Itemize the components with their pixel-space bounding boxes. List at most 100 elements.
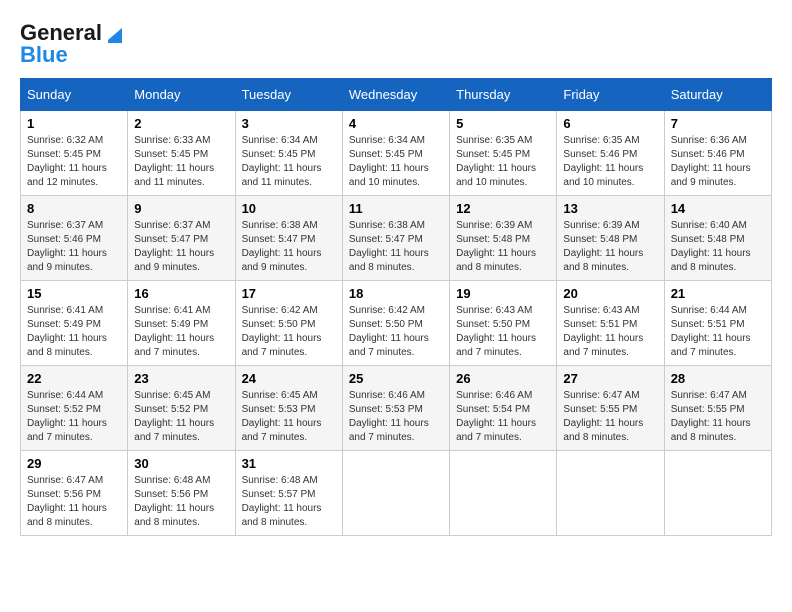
day-info: Sunrise: 6:44 AM Sunset: 5:51 PM Dayligh… bbox=[671, 304, 765, 360]
day-cell bbox=[450, 451, 557, 536]
day-number: 24 bbox=[242, 371, 336, 386]
day-cell: 10 Sunrise: 6:38 AM Sunset: 5:47 PM Dayl… bbox=[235, 196, 342, 281]
day-cell: 24 Sunrise: 6:45 AM Sunset: 5:53 PM Dayl… bbox=[235, 366, 342, 451]
day-number: 31 bbox=[242, 456, 336, 471]
day-cell bbox=[342, 451, 449, 536]
day-info: Sunrise: 6:44 AM Sunset: 5:52 PM Dayligh… bbox=[27, 389, 121, 445]
day-number: 14 bbox=[671, 201, 765, 216]
day-number: 25 bbox=[349, 371, 443, 386]
day-cell: 28 Sunrise: 6:47 AM Sunset: 5:55 PM Dayl… bbox=[664, 366, 771, 451]
day-info: Sunrise: 6:38 AM Sunset: 5:47 PM Dayligh… bbox=[242, 219, 336, 275]
day-info: Sunrise: 6:45 AM Sunset: 5:52 PM Dayligh… bbox=[134, 389, 228, 445]
day-number: 2 bbox=[134, 116, 228, 131]
day-cell: 1 Sunrise: 6:32 AM Sunset: 5:45 PM Dayli… bbox=[21, 111, 128, 196]
day-cell: 23 Sunrise: 6:45 AM Sunset: 5:52 PM Dayl… bbox=[128, 366, 235, 451]
day-number: 22 bbox=[27, 371, 121, 386]
day-cell: 3 Sunrise: 6:34 AM Sunset: 5:45 PM Dayli… bbox=[235, 111, 342, 196]
day-info: Sunrise: 6:45 AM Sunset: 5:53 PM Dayligh… bbox=[242, 389, 336, 445]
day-cell: 16 Sunrise: 6:41 AM Sunset: 5:49 PM Dayl… bbox=[128, 281, 235, 366]
day-info: Sunrise: 6:39 AM Sunset: 5:48 PM Dayligh… bbox=[456, 219, 550, 275]
day-info: Sunrise: 6:35 AM Sunset: 5:45 PM Dayligh… bbox=[456, 134, 550, 190]
day-info: Sunrise: 6:40 AM Sunset: 5:48 PM Dayligh… bbox=[671, 219, 765, 275]
day-cell: 21 Sunrise: 6:44 AM Sunset: 5:51 PM Dayl… bbox=[664, 281, 771, 366]
day-number: 7 bbox=[671, 116, 765, 131]
day-number: 23 bbox=[134, 371, 228, 386]
day-header-friday: Friday bbox=[557, 79, 664, 111]
day-cell: 30 Sunrise: 6:48 AM Sunset: 5:56 PM Dayl… bbox=[128, 451, 235, 536]
header-row: SundayMondayTuesdayWednesdayThursdayFrid… bbox=[21, 79, 772, 111]
day-cell: 17 Sunrise: 6:42 AM Sunset: 5:50 PM Dayl… bbox=[235, 281, 342, 366]
week-row-4: 22 Sunrise: 6:44 AM Sunset: 5:52 PM Dayl… bbox=[21, 366, 772, 451]
day-cell bbox=[664, 451, 771, 536]
day-number: 19 bbox=[456, 286, 550, 301]
day-header-wednesday: Wednesday bbox=[342, 79, 449, 111]
day-number: 13 bbox=[563, 201, 657, 216]
day-info: Sunrise: 6:34 AM Sunset: 5:45 PM Dayligh… bbox=[349, 134, 443, 190]
day-number: 20 bbox=[563, 286, 657, 301]
header: General Blue bbox=[20, 20, 772, 68]
day-info: Sunrise: 6:41 AM Sunset: 5:49 PM Dayligh… bbox=[134, 304, 228, 360]
day-info: Sunrise: 6:46 AM Sunset: 5:53 PM Dayligh… bbox=[349, 389, 443, 445]
day-cell: 5 Sunrise: 6:35 AM Sunset: 5:45 PM Dayli… bbox=[450, 111, 557, 196]
day-info: Sunrise: 6:38 AM Sunset: 5:47 PM Dayligh… bbox=[349, 219, 443, 275]
day-info: Sunrise: 6:35 AM Sunset: 5:46 PM Dayligh… bbox=[563, 134, 657, 190]
day-info: Sunrise: 6:42 AM Sunset: 5:50 PM Dayligh… bbox=[349, 304, 443, 360]
day-number: 1 bbox=[27, 116, 121, 131]
day-cell: 13 Sunrise: 6:39 AM Sunset: 5:48 PM Dayl… bbox=[557, 196, 664, 281]
day-number: 28 bbox=[671, 371, 765, 386]
day-cell: 8 Sunrise: 6:37 AM Sunset: 5:46 PM Dayli… bbox=[21, 196, 128, 281]
day-number: 18 bbox=[349, 286, 443, 301]
day-cell: 7 Sunrise: 6:36 AM Sunset: 5:46 PM Dayli… bbox=[664, 111, 771, 196]
day-cell: 14 Sunrise: 6:40 AM Sunset: 5:48 PM Dayl… bbox=[664, 196, 771, 281]
day-header-monday: Monday bbox=[128, 79, 235, 111]
day-number: 11 bbox=[349, 201, 443, 216]
day-info: Sunrise: 6:43 AM Sunset: 5:50 PM Dayligh… bbox=[456, 304, 550, 360]
day-number: 17 bbox=[242, 286, 336, 301]
day-cell: 11 Sunrise: 6:38 AM Sunset: 5:47 PM Dayl… bbox=[342, 196, 449, 281]
day-number: 8 bbox=[27, 201, 121, 216]
day-number: 15 bbox=[27, 286, 121, 301]
day-info: Sunrise: 6:37 AM Sunset: 5:47 PM Dayligh… bbox=[134, 219, 228, 275]
day-number: 3 bbox=[242, 116, 336, 131]
day-cell: 20 Sunrise: 6:43 AM Sunset: 5:51 PM Dayl… bbox=[557, 281, 664, 366]
week-row-3: 15 Sunrise: 6:41 AM Sunset: 5:49 PM Dayl… bbox=[21, 281, 772, 366]
day-number: 16 bbox=[134, 286, 228, 301]
day-header-sunday: Sunday bbox=[21, 79, 128, 111]
day-cell: 25 Sunrise: 6:46 AM Sunset: 5:53 PM Dayl… bbox=[342, 366, 449, 451]
day-header-thursday: Thursday bbox=[450, 79, 557, 111]
day-number: 4 bbox=[349, 116, 443, 131]
day-cell: 12 Sunrise: 6:39 AM Sunset: 5:48 PM Dayl… bbox=[450, 196, 557, 281]
logo: General Blue bbox=[20, 20, 126, 68]
week-row-5: 29 Sunrise: 6:47 AM Sunset: 5:56 PM Dayl… bbox=[21, 451, 772, 536]
day-cell: 27 Sunrise: 6:47 AM Sunset: 5:55 PM Dayl… bbox=[557, 366, 664, 451]
day-info: Sunrise: 6:41 AM Sunset: 5:49 PM Dayligh… bbox=[27, 304, 121, 360]
day-info: Sunrise: 6:43 AM Sunset: 5:51 PM Dayligh… bbox=[563, 304, 657, 360]
day-number: 21 bbox=[671, 286, 765, 301]
week-row-1: 1 Sunrise: 6:32 AM Sunset: 5:45 PM Dayli… bbox=[21, 111, 772, 196]
day-number: 10 bbox=[242, 201, 336, 216]
day-number: 5 bbox=[456, 116, 550, 131]
day-info: Sunrise: 6:47 AM Sunset: 5:56 PM Dayligh… bbox=[27, 474, 121, 530]
logo-blue: Blue bbox=[20, 42, 68, 68]
day-cell: 29 Sunrise: 6:47 AM Sunset: 5:56 PM Dayl… bbox=[21, 451, 128, 536]
day-number: 26 bbox=[456, 371, 550, 386]
day-info: Sunrise: 6:33 AM Sunset: 5:45 PM Dayligh… bbox=[134, 134, 228, 190]
day-number: 12 bbox=[456, 201, 550, 216]
day-cell: 31 Sunrise: 6:48 AM Sunset: 5:57 PM Dayl… bbox=[235, 451, 342, 536]
day-cell: 2 Sunrise: 6:33 AM Sunset: 5:45 PM Dayli… bbox=[128, 111, 235, 196]
day-cell: 15 Sunrise: 6:41 AM Sunset: 5:49 PM Dayl… bbox=[21, 281, 128, 366]
day-info: Sunrise: 6:36 AM Sunset: 5:46 PM Dayligh… bbox=[671, 134, 765, 190]
day-info: Sunrise: 6:34 AM Sunset: 5:45 PM Dayligh… bbox=[242, 134, 336, 190]
day-info: Sunrise: 6:39 AM Sunset: 5:48 PM Dayligh… bbox=[563, 219, 657, 275]
day-cell: 18 Sunrise: 6:42 AM Sunset: 5:50 PM Dayl… bbox=[342, 281, 449, 366]
day-number: 29 bbox=[27, 456, 121, 471]
day-info: Sunrise: 6:48 AM Sunset: 5:56 PM Dayligh… bbox=[134, 474, 228, 530]
day-header-tuesday: Tuesday bbox=[235, 79, 342, 111]
day-cell: 6 Sunrise: 6:35 AM Sunset: 5:46 PM Dayli… bbox=[557, 111, 664, 196]
day-number: 9 bbox=[134, 201, 228, 216]
day-info: Sunrise: 6:47 AM Sunset: 5:55 PM Dayligh… bbox=[563, 389, 657, 445]
day-info: Sunrise: 6:47 AM Sunset: 5:55 PM Dayligh… bbox=[671, 389, 765, 445]
day-number: 6 bbox=[563, 116, 657, 131]
day-info: Sunrise: 6:37 AM Sunset: 5:46 PM Dayligh… bbox=[27, 219, 121, 275]
week-row-2: 8 Sunrise: 6:37 AM Sunset: 5:46 PM Dayli… bbox=[21, 196, 772, 281]
